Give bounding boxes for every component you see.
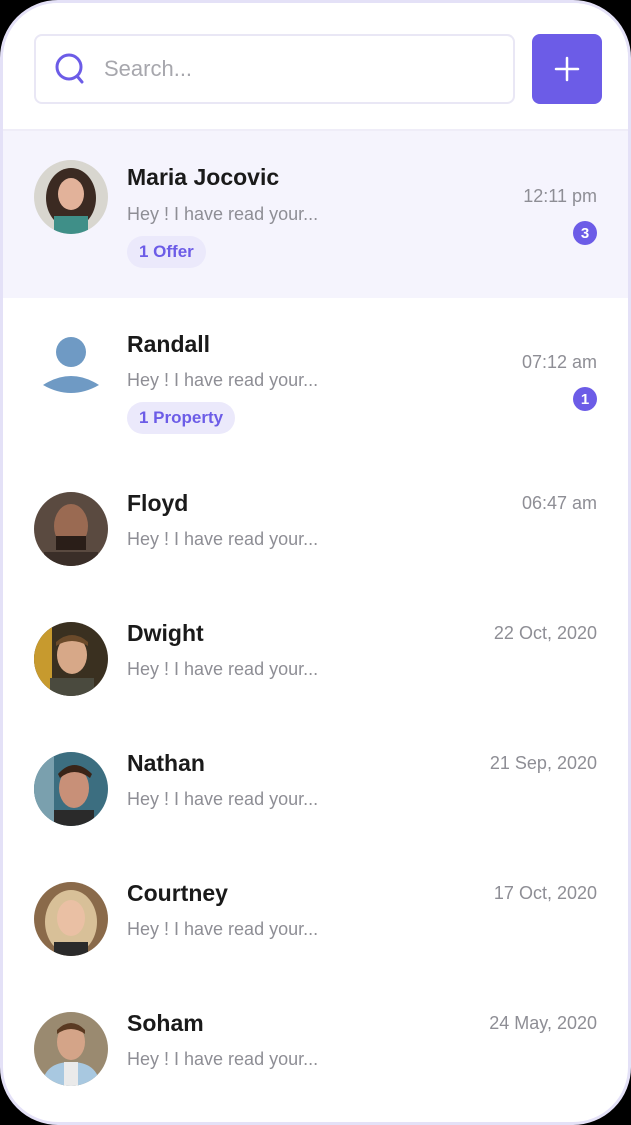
avatar-placeholder-icon [34, 329, 108, 403]
unread-badge: 1 [573, 387, 597, 411]
contact-name: Soham [127, 1010, 204, 1036]
avatar [34, 492, 108, 566]
timestamp: 06:47 am [521, 493, 597, 513]
timestamp: 07:12 am [521, 352, 597, 372]
search-icon [55, 53, 84, 84]
contact-name: Dwight [127, 620, 204, 646]
message-preview: Hey ! I have read your... [127, 370, 319, 390]
tag-chip: 1 Property [127, 402, 236, 434]
timestamp: 21 Sep, 2020 [489, 753, 597, 773]
add-conversation-button[interactable] [532, 34, 602, 104]
message-preview: Hey ! I have read your... [127, 659, 319, 679]
conversation-list: Maria Jocovic Hey ! I have read your... … [3, 131, 628, 1115]
message-preview: Hey ! I have read your... [127, 204, 319, 224]
avatar [34, 1012, 108, 1086]
unread-badge: 3 [573, 221, 597, 245]
timestamp: 22 Oct, 2020 [493, 623, 597, 643]
conversation-item[interactable]: Soham Hey ! I have read your... 24 May, … [3, 985, 628, 1115]
conversation-item[interactable]: Randall Hey ! I have read your... 1 Prop… [3, 298, 628, 465]
contact-name: Floyd [127, 490, 189, 516]
header [3, 3, 628, 131]
conversation-item[interactable]: Floyd Hey ! I have read your... 06:47 am [3, 465, 628, 595]
conversation-item[interactable]: Courtney Hey ! I have read your... 17 Oc… [3, 855, 628, 985]
timestamp: 24 May, 2020 [489, 1013, 597, 1033]
avatar [34, 160, 108, 234]
chat-list-screen: Maria Jocovic Hey ! I have read your... … [0, 0, 631, 1125]
conversation-item[interactable]: Nathan Hey ! I have read your... 21 Sep,… [3, 725, 628, 855]
message-preview: Hey ! I have read your... [127, 919, 319, 939]
avatar [34, 622, 108, 696]
contact-name: Courtney [127, 880, 228, 906]
conversation-item[interactable]: Dwight Hey ! I have read your... 22 Oct,… [3, 595, 628, 725]
timestamp: 12:11 pm [523, 186, 597, 206]
search-bar[interactable] [34, 34, 515, 104]
avatar [34, 752, 108, 826]
plus-icon [554, 56, 580, 82]
timestamp: 17 Oct, 2020 [493, 883, 597, 903]
message-preview: Hey ! I have read your... [127, 1049, 319, 1069]
contact-name: Randall [127, 331, 211, 357]
tag-chip: 1 Offer [127, 236, 206, 268]
search-input[interactable] [104, 56, 484, 82]
contact-name: Nathan [127, 750, 205, 776]
contact-name: Maria Jocovic [127, 164, 280, 190]
message-preview: Hey ! I have read your... [127, 789, 319, 809]
avatar [34, 882, 108, 956]
message-preview: Hey ! I have read your... [127, 529, 319, 549]
conversation-item[interactable]: Maria Jocovic Hey ! I have read your... … [3, 131, 628, 298]
